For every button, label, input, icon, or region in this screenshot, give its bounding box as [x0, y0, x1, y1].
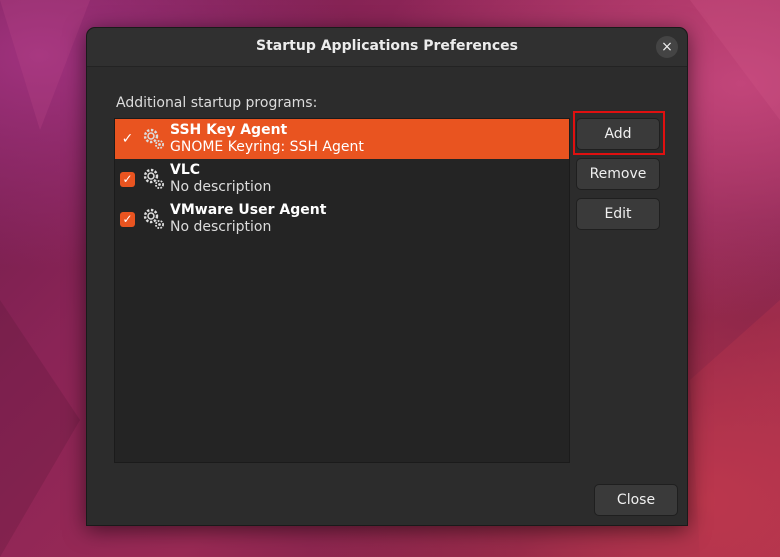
- startup-programs-list: ✓ SSH Key Agent GNOME Keyring: SSH Agent…: [114, 118, 570, 463]
- program-description: No description: [170, 219, 272, 235]
- gears-icon: [143, 128, 164, 149]
- program-name: VMware User Agent: [170, 202, 327, 218]
- startup-applications-window: Startup Applications Preferences × Addit…: [86, 27, 688, 526]
- window-title: Startup Applications Preferences: [256, 38, 518, 54]
- add-button[interactable]: Add: [576, 118, 660, 150]
- gears-icon: [143, 168, 164, 189]
- enabled-checkbox[interactable]: ✓: [120, 211, 135, 227]
- program-name: SSH Key Agent: [170, 122, 288, 138]
- list-item-vmware-user-agent[interactable]: ✓ VMware User Agent No description: [115, 199, 569, 239]
- enabled-checkbox[interactable]: ✓: [120, 171, 135, 187]
- window-close-button[interactable]: ×: [656, 36, 678, 58]
- close-button[interactable]: Close: [594, 484, 678, 516]
- close-icon: ×: [661, 39, 673, 55]
- section-label: Additional startup programs:: [116, 95, 318, 111]
- program-name: VLC: [170, 162, 201, 178]
- remove-button[interactable]: Remove: [576, 158, 660, 190]
- list-item-vlc[interactable]: ✓ VLC No description: [115, 159, 569, 199]
- list-item-ssh-key-agent[interactable]: ✓ SSH Key Agent GNOME Keyring: SSH Agent: [115, 119, 569, 159]
- edit-button[interactable]: Edit: [576, 198, 660, 230]
- program-description: GNOME Keyring: SSH Agent: [170, 139, 364, 155]
- enabled-checkbox[interactable]: ✓: [120, 131, 135, 147]
- title-bar: Startup Applications Preferences ×: [87, 28, 687, 67]
- program-description: No description: [170, 179, 272, 195]
- gears-icon: [143, 208, 164, 229]
